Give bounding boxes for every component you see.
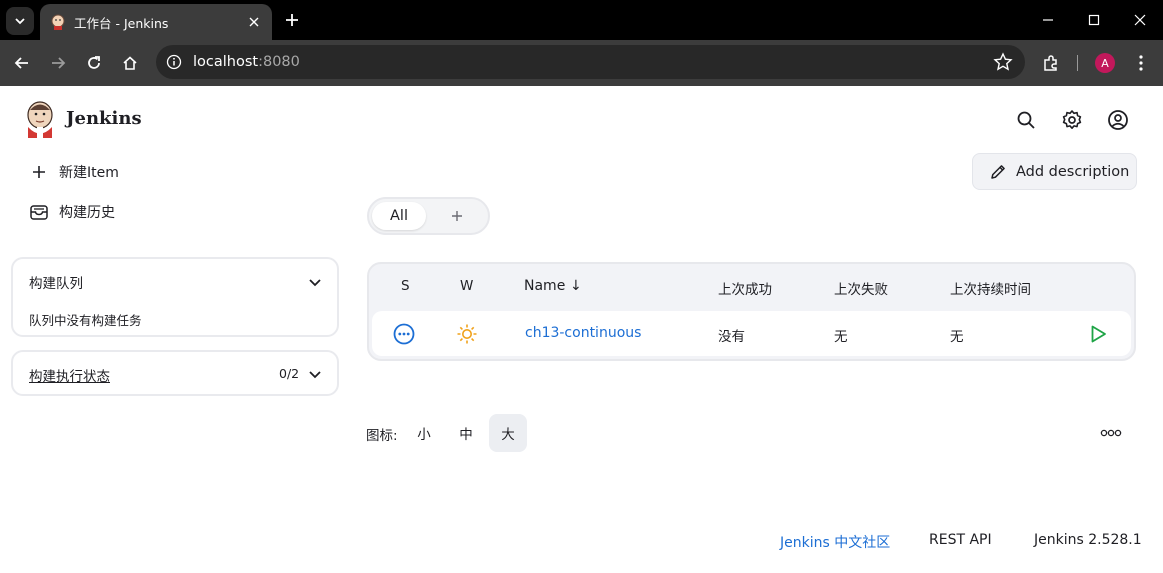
browser-tab-bar: 工作台 - Jenkins (0, 0, 1163, 40)
view-tabs: All (367, 197, 490, 235)
add-description-label: Add description (1016, 163, 1130, 180)
job-last-failure: 无 (834, 329, 848, 345)
site-info-icon[interactable] (164, 52, 184, 72)
icon-size-label: 图标: (366, 428, 398, 444)
footer-rest-api-link[interactable]: REST API (929, 532, 992, 548)
build-queue-title[interactable]: 构建队列 (29, 272, 83, 292)
tab-close-icon[interactable] (242, 10, 266, 34)
reload-icon[interactable] (80, 49, 108, 77)
url-host: localhost (193, 54, 259, 70)
jenkins-favicon-icon (51, 14, 65, 30)
minimize-icon[interactable] (1025, 0, 1071, 40)
sort-arrow-icon[interactable]: ↓ (570, 278, 582, 294)
pencil-icon (991, 164, 1005, 179)
chevron-down-icon[interactable] (307, 274, 323, 290)
tab-all[interactable]: All (372, 202, 426, 230)
plus-icon (28, 161, 50, 183)
bookmark-star-icon[interactable] (993, 52, 1013, 72)
add-view-icon[interactable] (447, 206, 467, 226)
header-status[interactable]: S (401, 278, 410, 294)
header-last-success[interactable]: 上次成功 (718, 278, 772, 298)
jenkins-brand[interactable]: Jenkins (66, 108, 142, 129)
header-last-failure[interactable]: 上次失败 (834, 278, 888, 298)
in-progress-icon[interactable] (393, 323, 415, 345)
add-description-button[interactable]: Add description (972, 153, 1137, 190)
build-executor-panel: 构建执行状态 0/2 (11, 350, 339, 396)
header-weather[interactable]: W (460, 278, 473, 294)
executor-count: 0/2 (279, 366, 300, 381)
icon-size-small[interactable]: 小 (405, 414, 443, 452)
search-icon[interactable] (1014, 108, 1038, 132)
back-icon[interactable] (8, 49, 36, 77)
icon-size-large[interactable]: 大 (489, 414, 527, 452)
maximize-icon[interactable] (1071, 0, 1117, 40)
job-last-duration: 无 (950, 329, 964, 345)
window-close-icon[interactable] (1117, 0, 1163, 40)
browser-tab[interactable]: 工作台 - Jenkins (40, 4, 272, 40)
browser-menu-icon[interactable] (1130, 50, 1152, 76)
profile-avatar[interactable]: A (1095, 53, 1115, 73)
forward-icon[interactable] (44, 49, 72, 77)
tab-title: 工作台 - Jenkins (74, 15, 169, 31)
table-row: ch13-continuous 没有 无 无 (372, 311, 1131, 356)
new-tab-icon[interactable] (280, 8, 304, 32)
home-icon[interactable] (116, 49, 144, 77)
queue-empty-text: 队列中没有构建任务 (29, 313, 142, 328)
jobs-table: S W Name ↓ 上次成功 上次失败 上次持续时间 ch13-continu… (367, 262, 1136, 361)
run-build-icon[interactable] (1088, 324, 1108, 344)
build-history-label: 构建历史 (59, 205, 115, 221)
chevron-down-icon[interactable] (307, 366, 323, 382)
address-bar[interactable]: localhost:8080 (156, 45, 1025, 79)
build-history-link[interactable]: 构建历史 (28, 200, 115, 224)
more-options-icon[interactable] (1100, 427, 1122, 439)
build-queue-panel: 构建队列 队列中没有构建任务 (11, 257, 339, 337)
header-last-duration[interactable]: 上次持续时间 (950, 278, 1031, 298)
footer-version[interactable]: Jenkins 2.528.1 (1034, 532, 1142, 548)
footer-community-link[interactable]: Jenkins 中文社区 (780, 532, 890, 552)
gear-icon[interactable] (1060, 108, 1084, 132)
job-last-success: 没有 (718, 329, 745, 345)
toolbar-divider (1077, 55, 1078, 71)
new-item-label: 新建Item (59, 165, 119, 181)
chevron-down-icon (15, 18, 25, 25)
icon-size-medium[interactable]: 中 (447, 414, 485, 452)
browser-toolbar: localhost:8080 A (0, 40, 1163, 86)
new-item-link[interactable]: 新建Item (28, 160, 119, 184)
tab-search-button[interactable] (6, 7, 34, 35)
extensions-icon[interactable] (1038, 49, 1064, 77)
job-name-link[interactable]: ch13-continuous (525, 325, 641, 341)
sunny-icon (457, 324, 477, 344)
header-name[interactable]: Name (524, 278, 565, 294)
user-account-icon[interactable] (1106, 108, 1130, 132)
inbox-icon (28, 201, 50, 223)
build-executor-title[interactable]: 构建执行状态 (29, 365, 110, 385)
jenkins-logo[interactable] (24, 100, 56, 138)
url-port: :8080 (258, 54, 300, 70)
